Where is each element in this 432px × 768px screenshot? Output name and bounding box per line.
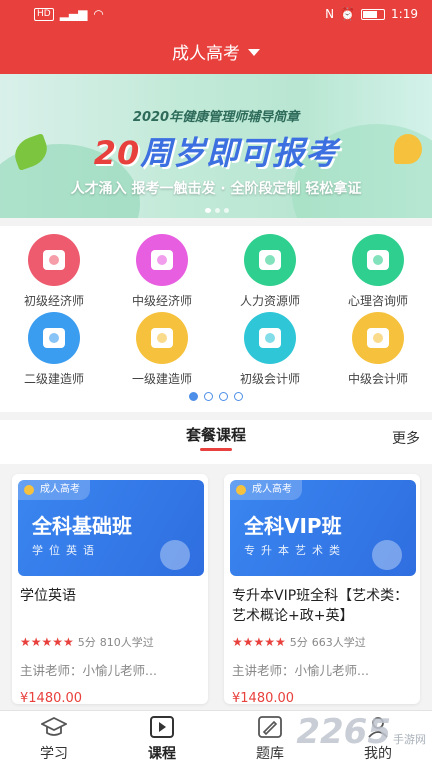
banner-headline-text: 周岁即可报考 bbox=[140, 134, 339, 172]
course-score: 5分 bbox=[77, 636, 96, 649]
category-item[interactable]: 初级经济师 bbox=[0, 234, 108, 312]
category-icon bbox=[244, 312, 296, 364]
packages-title: 套餐课程 bbox=[185, 426, 246, 444]
packages-header: 套餐课程 更多 bbox=[0, 420, 432, 464]
banner-indicator bbox=[205, 208, 229, 213]
course-title: 学位英语 bbox=[20, 588, 76, 604]
category-pager bbox=[0, 392, 432, 401]
category-switcher[interactable]: 成人高考 bbox=[0, 28, 432, 74]
signal-icon: ▂▄▆ bbox=[59, 7, 88, 21]
category-label: 二级建造师 bbox=[23, 372, 84, 386]
thumb-name: 全科基础班 bbox=[32, 514, 132, 538]
star-rating-icon: ★★★★★ bbox=[20, 635, 74, 649]
category-icon bbox=[136, 312, 188, 364]
wifi-icon: ◠ bbox=[93, 7, 104, 21]
pager-dot[interactable] bbox=[219, 392, 228, 401]
nfc-icon: N bbox=[325, 7, 335, 21]
course-title: 专升本VIP班全科【艺术类：艺术概论+政+英】 bbox=[232, 588, 409, 624]
category-icon bbox=[244, 234, 296, 286]
course-price: ¥1480.00 bbox=[20, 691, 83, 704]
category-label: 人力资源师 bbox=[239, 294, 300, 308]
watermark-number: 2265 bbox=[296, 712, 391, 752]
category-icon bbox=[136, 234, 188, 286]
banner-headline-num: 20 bbox=[93, 134, 141, 172]
category-label: 心理咨询师 bbox=[347, 294, 408, 308]
alarm-icon: ⏰ bbox=[340, 7, 356, 21]
nav-study[interactable]: 学习 bbox=[0, 711, 108, 768]
category-icon bbox=[28, 312, 80, 364]
category-item[interactable]: 中级会计师 bbox=[324, 312, 432, 390]
category-item[interactable]: 二级建造师 bbox=[0, 312, 108, 390]
page-title: 成人高考 bbox=[172, 43, 240, 64]
course-learners: 663人学过 bbox=[311, 636, 366, 649]
course-tag: 成人高考 bbox=[230, 480, 302, 500]
title-underline bbox=[200, 448, 232, 451]
category-icon bbox=[28, 234, 80, 286]
nav-question-bank-label: 题库 bbox=[256, 746, 284, 762]
course-tag: 成人高考 bbox=[18, 480, 90, 500]
course-learners: 810人学过 bbox=[99, 636, 154, 649]
site-watermark: 2265 手游网 bbox=[296, 712, 426, 752]
nav-study-label: 学习 bbox=[40, 746, 68, 762]
more-link[interactable]: 更多 bbox=[392, 428, 420, 448]
hd-indicator: HD bbox=[34, 7, 54, 21]
top-bar: HD ▂▄▆ ◠ N ⏰ 1:19 成人高考 bbox=[0, 0, 432, 74]
course-card[interactable]: 成人高考 全科基础班 学位英语 学位英语 ★★★★★ 5分 810人学过 主讲老… bbox=[12, 474, 208, 704]
category-label: 初级会计师 bbox=[239, 372, 300, 386]
course-price: ¥1480.00 bbox=[232, 691, 295, 704]
promo-banner[interactable]: 2020年健康管理师辅导简章 20周岁即可报考 人才涌入 报考一触击发 · 全阶… bbox=[0, 74, 432, 218]
course-score: 5分 bbox=[289, 636, 308, 649]
category-item[interactable]: 中级经济师 bbox=[108, 234, 216, 312]
banner-subtitle: 2020年健康管理师辅导简章 bbox=[132, 110, 300, 125]
thumb-subtitle: 专升本艺术类 bbox=[244, 544, 346, 557]
watermark-text: 手游网 bbox=[393, 733, 426, 746]
course-teacher: 主讲老师：小愉儿老师... bbox=[20, 663, 157, 678]
pager-dot[interactable] bbox=[234, 392, 243, 401]
course-rating: ★★★★★ 5分 663人学过 bbox=[232, 634, 412, 650]
category-label: 中级会计师 bbox=[347, 372, 408, 386]
category-label: 初级经济师 bbox=[23, 294, 84, 308]
course-card[interactable]: 成人高考 全科VIP班 专升本艺术类 专升本VIP班全科【艺术类：艺术概论+政+… bbox=[224, 474, 420, 704]
star-rating-icon: ★★★★★ bbox=[232, 635, 286, 649]
pager-dot[interactable] bbox=[204, 392, 213, 401]
edit-icon bbox=[257, 715, 283, 739]
category-grid: 初级经济师 中级经济师 人力资源师 心理咨询师二级建造师 一级建造师 初级会计师 中级会计师 bbox=[0, 226, 432, 412]
play-icon bbox=[149, 715, 175, 739]
category-item[interactable]: 心理咨询师 bbox=[324, 234, 432, 312]
course-thumbnail: 成人高考 全科基础班 学位英语 bbox=[18, 480, 204, 576]
clock: 1:19 bbox=[391, 7, 418, 21]
category-label: 中级经济师 bbox=[131, 294, 192, 308]
category-item[interactable]: 人力资源师 bbox=[216, 234, 324, 312]
nav-courses-label: 课程 bbox=[148, 746, 176, 762]
course-teacher: 主讲老师：小愉儿老师... bbox=[232, 663, 369, 678]
nav-courses[interactable]: 课程 bbox=[108, 711, 216, 768]
course-thumbnail: 成人高考 全科VIP班 专升本艺术类 bbox=[230, 480, 416, 576]
chevron-down-icon bbox=[248, 48, 260, 56]
category-item[interactable]: 初级会计师 bbox=[216, 312, 324, 390]
pager-dot[interactable] bbox=[189, 392, 198, 401]
banner-tagline: 人才涌入 报考一触击发 · 全阶段定制 轻松拿证 bbox=[70, 181, 362, 197]
thumb-subtitle: 学位英语 bbox=[32, 544, 100, 557]
category-label: 一级建造师 bbox=[131, 372, 192, 386]
package-cards: 成人高考 全科基础班 学位英语 学位英语 ★★★★★ 5分 810人学过 主讲老… bbox=[0, 464, 432, 710]
graduation-cap-icon bbox=[41, 715, 67, 739]
status-bar: HD ▂▄▆ ◠ N ⏰ 1:19 bbox=[0, 0, 432, 28]
battery-icon bbox=[361, 8, 386, 20]
course-rating: ★★★★★ 5分 810人学过 bbox=[20, 634, 200, 650]
category-item[interactable]: 一级建造师 bbox=[108, 312, 216, 390]
category-icon bbox=[352, 234, 404, 286]
thumb-name: 全科VIP班 bbox=[244, 514, 342, 538]
category-icon bbox=[352, 312, 404, 364]
banner-headline: 20周岁即可报考 bbox=[0, 128, 432, 174]
